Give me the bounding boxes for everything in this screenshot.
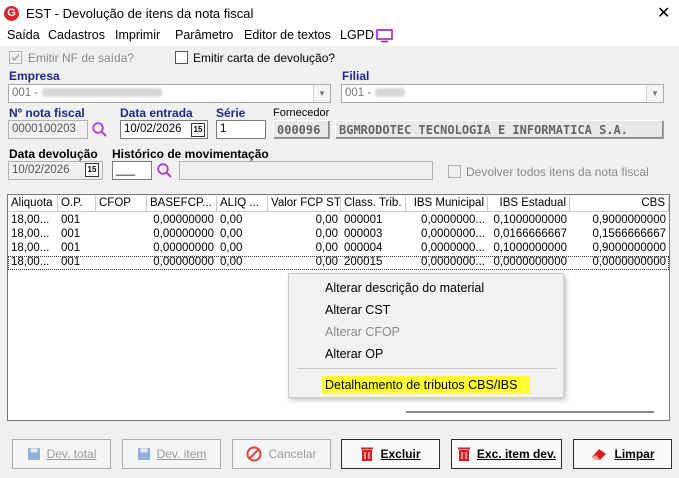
dev-item-button[interactable]: Dev. item xyxy=(122,439,221,469)
empresa-label: Empresa xyxy=(9,69,60,83)
excluir-button[interactable]: Excluir xyxy=(341,439,440,469)
cell-valor-fcp-st: 0,00 xyxy=(315,214,338,226)
col-header-op[interactable]: O.P. xyxy=(58,196,96,212)
serie-input[interactable]: 1 xyxy=(216,120,266,139)
cell-cbs: 0,9000000000 xyxy=(592,242,666,254)
cell-op: 001 xyxy=(61,228,81,240)
col-header-class-trib[interactable]: Class. Trib. xyxy=(341,196,406,212)
horizontal-scrollbar[interactable] xyxy=(406,411,654,413)
col-header-cbs[interactable]: CBS xyxy=(570,196,669,212)
emitir-nf-label: Emitir NF de saída? xyxy=(28,51,135,65)
app-logo-icon: G xyxy=(4,6,19,21)
filial-label: Filial xyxy=(342,69,370,83)
emitir-carta-checkbox[interactable] xyxy=(175,51,188,64)
cell-basefcp: 0,00000000 xyxy=(153,242,214,254)
cell-ibs-municipal: 0,0000000... xyxy=(421,242,485,254)
exc-item-dev-button[interactable]: Exc. item dev. xyxy=(451,439,562,469)
ctx-alterar-descricao[interactable]: Alterar descrição do material xyxy=(325,281,484,295)
nota-fiscal-input[interactable]: 0000100203 xyxy=(8,120,88,139)
col-header-ibs-municipal[interactable]: IBS Municipal xyxy=(406,196,488,212)
chevron-down-icon: ▼ xyxy=(646,85,663,102)
cell-aliq: 0,00 xyxy=(220,214,243,226)
menu-parametro[interactable]: Parâmetro xyxy=(175,28,233,42)
emitir-nf-checkbox[interactable] xyxy=(9,51,22,64)
trash-icon xyxy=(457,447,470,461)
limpar-button[interactable]: Limpar xyxy=(573,439,672,469)
cancelar-button[interactable]: Cancelar xyxy=(232,439,331,469)
col-header-valor-fcp-st[interactable]: Valor FCP ST xyxy=(268,196,341,212)
cell-aliq: 0,00 xyxy=(220,242,243,254)
cell-ibs-estadual: 0,1000000000 xyxy=(493,242,567,254)
cell-aliquota: 18,00... xyxy=(11,228,50,240)
menu-cadastros[interactable]: Cadastros xyxy=(48,28,105,42)
close-icon[interactable]: ✕ xyxy=(657,3,670,23)
cell-ibs-estadual: 0,1000000000 xyxy=(493,214,567,226)
filial-select[interactable]: 001 - ▼ xyxy=(341,84,664,103)
cell-aliquota: 18,00... xyxy=(11,242,50,254)
historico-code-input[interactable]: ___ xyxy=(112,161,152,180)
cell-aliq: 0,00 xyxy=(220,228,243,240)
calendar-icon[interactable]: 15 xyxy=(191,123,205,137)
selected-row-focus xyxy=(8,256,669,270)
col-header-ibs-estadual[interactable]: IBS Estadual xyxy=(488,196,570,212)
monitor-icon[interactable] xyxy=(376,29,393,43)
cancel-icon xyxy=(246,446,262,462)
chevron-down-icon: ▼ xyxy=(313,85,330,102)
search-icon[interactable] xyxy=(91,121,109,139)
col-header-basefcp[interactable]: BASEFCP... xyxy=(147,196,217,212)
eraser-icon xyxy=(592,449,607,460)
emitir-carta-label: Emitir carta de devolução? xyxy=(193,51,336,65)
nota-fiscal-label: Nº nota fiscal xyxy=(9,106,85,120)
cell-cbs: 0,9000000000 xyxy=(592,214,666,226)
historico-label: Histórico de movimentação xyxy=(112,147,269,161)
cell-valor-fcp-st: 0,00 xyxy=(315,242,338,254)
cell-op: 001 xyxy=(61,242,81,254)
devolver-todos-label: Devolver todos itens da nota fiscal xyxy=(466,165,649,179)
historico-description xyxy=(179,161,433,180)
cell-ibs-municipal: 0,0000000... xyxy=(421,228,485,240)
cell-valor-fcp-st: 0,00 xyxy=(315,228,338,240)
cell-cbs: 0,1566666667 xyxy=(592,228,666,240)
cell-class-trib: 000003 xyxy=(344,228,383,240)
search-icon[interactable] xyxy=(156,162,174,180)
data-devolucao-label: Data devolução xyxy=(9,147,98,161)
ctx-alterar-cfop: Alterar CFOP xyxy=(325,325,401,339)
dev-total-button[interactable]: Dev. total xyxy=(12,439,111,469)
devolver-todos-checkbox[interactable] xyxy=(448,165,461,178)
cell-op: 001 xyxy=(61,214,81,226)
cell-basefcp: 0,00000000 xyxy=(153,228,214,240)
ctx-detalhamento-tributos[interactable]: Detalhamento de tributos CBS/IBS xyxy=(325,378,517,392)
menu-saida[interactable]: Saída xyxy=(7,28,40,42)
cell-basefcp: 0,00000000 xyxy=(153,214,214,226)
menu-imprimir[interactable]: Imprimir xyxy=(115,28,160,42)
col-header-cfop[interactable]: CFOP xyxy=(96,196,147,212)
cell-ibs-estadual: 0,0166666667 xyxy=(493,228,567,240)
fornecedor-code: 000096 xyxy=(273,120,330,139)
menu-lgpd[interactable]: LGPD xyxy=(340,28,374,42)
data-entrada-label: Data entrada xyxy=(120,106,193,120)
empresa-select[interactable]: 001 - ▼ xyxy=(8,84,331,103)
save-icon xyxy=(137,448,150,460)
col-header-aliq[interactable]: ALIQ ... xyxy=(217,196,268,212)
menu-editor-textos[interactable]: Editor de textos xyxy=(244,28,331,42)
fornecedor-label: Fornecedor xyxy=(273,107,330,119)
cell-ibs-municipal: 0,0000000... xyxy=(421,214,485,226)
cell-class-trib: 000004 xyxy=(344,242,383,254)
cell-aliquota: 18,00... xyxy=(11,214,50,226)
cell-class-trib: 000001 xyxy=(344,214,383,226)
context-menu-divider xyxy=(297,368,557,369)
serie-label: Série xyxy=(216,106,246,120)
save-icon xyxy=(27,448,40,460)
fornecedor-name: BGMRODOTEC TECNOLOGIA E INFORMATICA S.A. xyxy=(335,120,664,139)
ctx-alterar-cst[interactable]: Alterar CST xyxy=(325,303,390,317)
calendar-icon[interactable]: 15 xyxy=(85,163,99,177)
col-header-aliquota[interactable]: Aliquota xyxy=(8,196,58,212)
ctx-alterar-op[interactable]: Alterar OP xyxy=(325,347,383,361)
window-title: EST - Devolução de itens da nota fiscal xyxy=(26,6,254,21)
trash-icon xyxy=(361,447,374,461)
